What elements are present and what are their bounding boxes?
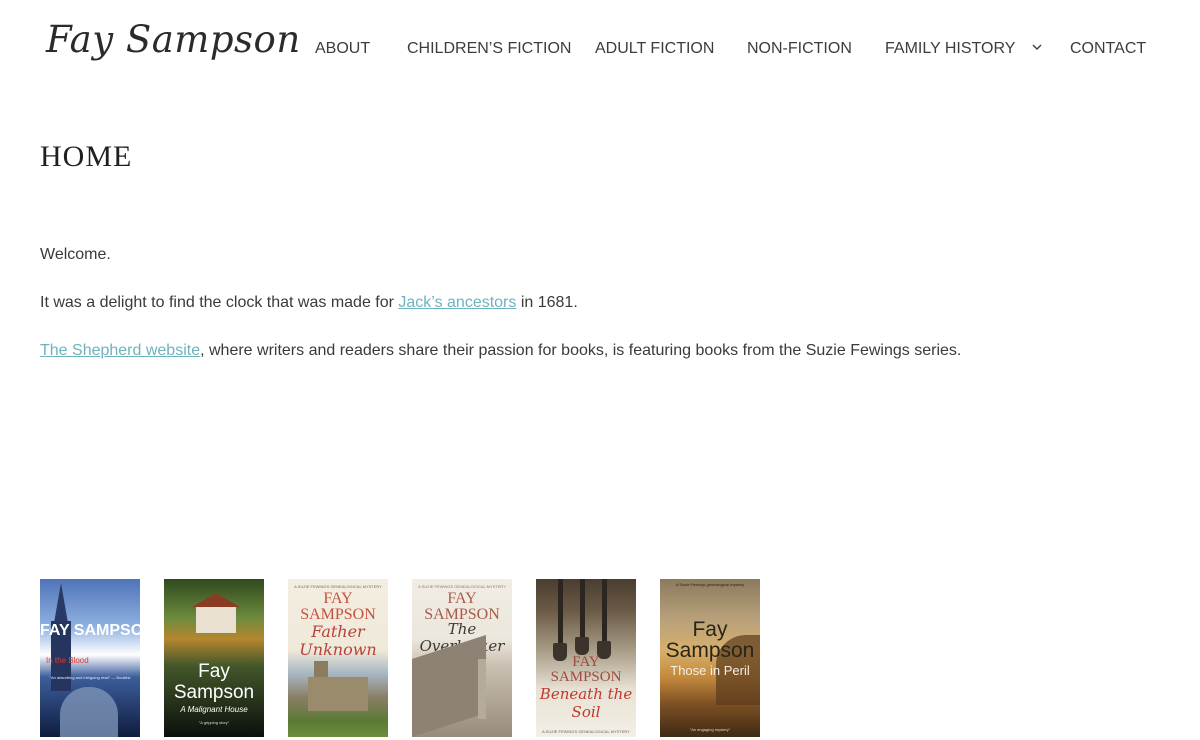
chevron-down-icon[interactable] [1032,44,1042,51]
cover-quote: "A gripping story" [198,720,230,725]
cover-author: Fay Sampson [173,661,255,703]
book-cover-the-overlooker[interactable]: A SUZIE FEWINGS GENEALOGICAL MYSTERY FAY… [412,579,512,737]
welcome-paragraph: Welcome. [40,246,111,263]
cover-art [54,583,68,623]
cover-author: Fay Sampson [665,618,755,662]
cover-author: FAY SAMPSON [550,654,622,685]
cover-title: In the Blood [46,656,89,665]
book-cover-in-the-blood[interactable]: FAY SAMPSON In the Blood "An absorbing a… [40,579,140,737]
nav-item-contact[interactable]: CONTACT [1070,40,1146,58]
site-header: Fay Sampson ABOUT CHILDREN’S FICTION ADU… [0,0,1200,100]
cover-title: Beneath the Soil [539,685,633,721]
cover-series-tag: A SUZIE FEWINGS GENEALOGICAL MYSTERY [294,584,382,589]
cover-author: FAY SAMPSON [300,590,376,623]
book-cover-father-unknown[interactable]: A SUZIE FEWINGS GENEALOGICAL MYSTERY FAY… [288,579,388,737]
book-cover-beneath-the-soil[interactable]: FAY SAMPSON Beneath the Soil A SUZIE FEW… [536,579,636,737]
cover-art [60,687,118,737]
cover-quote: "An absorbing and intriguing read" — Boo… [49,675,131,680]
cover-art [558,579,563,649]
shepherd-website-link[interactable]: The Shepherd website [40,342,200,359]
cover-series-tag: A Suzie Fewings genealogical mystery [675,582,745,587]
cover-series-tag: A SUZIE FEWINGS GENEALOGICAL MYSTERY [418,584,506,589]
cover-author: FAY SAMPSON [40,622,140,639]
cover-quote: "An engaging mystery" [689,727,731,732]
shepherd-paragraph: The Shepherd website, where writers and … [40,342,961,360]
cover-art [196,607,236,633]
cover-art [308,677,368,711]
cover-author: FAY SAMPSON [424,590,500,623]
cover-art [192,593,240,607]
cover-title: Those in Peril [670,663,750,678]
cover-series-tag: A SUZIE FEWINGS GENEALOGICAL MYSTERY [542,729,630,734]
clock-paragraph-text-after: in 1681. [516,294,578,311]
nav-item-non-fiction[interactable]: NON-FICTION [747,40,852,58]
cover-art [478,659,486,719]
jacks-ancestors-link[interactable]: Jack’s ancestors [398,294,516,311]
nav-item-family-history[interactable]: FAMILY HISTORY [885,40,1042,58]
nav-item-adult-fiction[interactable]: ADULT FICTION [595,40,714,58]
book-cover-those-in-peril[interactable]: A Suzie Fewings genealogical mystery Fay… [660,579,760,737]
nav-item-about[interactable]: ABOUT [315,40,370,58]
shepherd-paragraph-text: , where writers and readers share their … [200,342,962,359]
cover-title: A Malignant House [180,705,248,714]
book-cover-a-malignant-house[interactable]: Fay Sampson A Malignant House "A grippin… [164,579,264,737]
clock-paragraph: It was a delight to find the clock that … [40,294,578,312]
clock-paragraph-text-before: It was a delight to find the clock that … [40,294,399,311]
site-logo[interactable]: Fay Sampson [46,18,301,61]
cover-art [575,637,589,655]
cover-art [602,579,607,649]
nav-item-family-history-label: FAMILY HISTORY [885,40,1016,57]
nav-item-childrens-fiction[interactable]: CHILDREN’S FICTION [407,40,571,58]
cover-title: Father Unknown [299,622,377,659]
page-title: HOME [40,140,133,173]
